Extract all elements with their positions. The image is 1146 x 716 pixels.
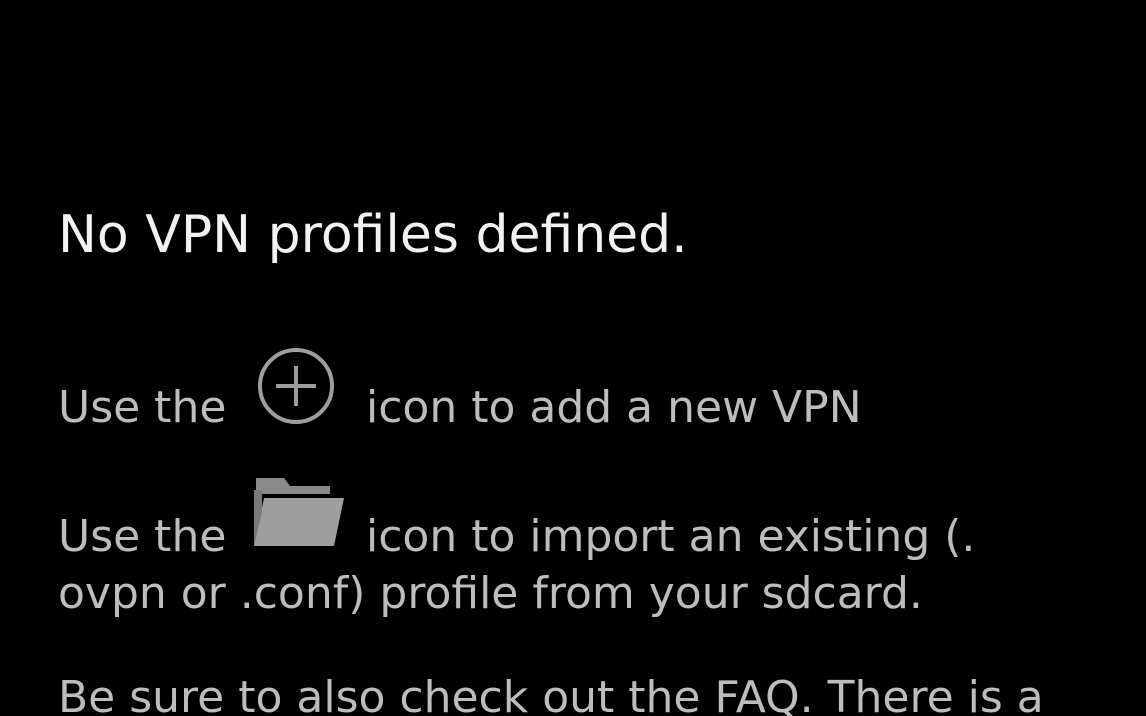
import-hint-prefix: Use the xyxy=(58,511,227,562)
import-hint-suffix: icon to import an existing (. xyxy=(366,511,976,562)
import-hint-continuation: ovpn or .conf) profile from your sdcard. xyxy=(58,568,923,619)
vpn-empty-state-screen: No VPN profiles defined. Use the icon to… xyxy=(0,0,1146,716)
add-circle-icon xyxy=(258,348,334,424)
empty-state-heading: No VPN profiles defined. xyxy=(58,205,688,265)
add-hint-suffix: icon to add a new VPN xyxy=(366,382,862,433)
folder-icon xyxy=(254,478,344,546)
add-hint-prefix: Use the xyxy=(58,382,227,433)
faq-hint-line: Be sure to also check out the FAQ. There… xyxy=(58,672,1044,716)
